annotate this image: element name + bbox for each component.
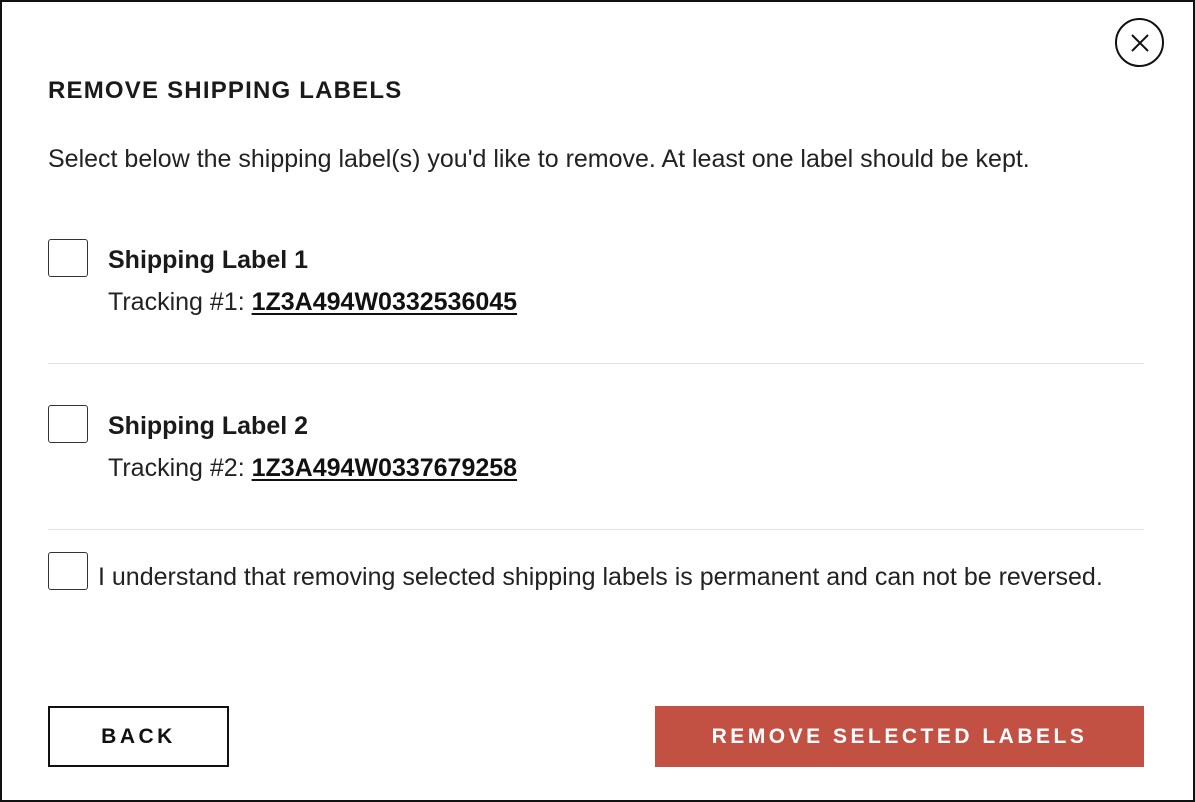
tracking-1-prefix: Tracking #1: bbox=[108, 288, 252, 316]
divider bbox=[48, 363, 1144, 364]
tracking-2-link[interactable]: 1Z3A494W0337679258 bbox=[252, 454, 517, 482]
shipping-label-1-checkbox[interactable] bbox=[48, 239, 88, 277]
confirm-permanent-text: I understand that removing selected ship… bbox=[98, 563, 1103, 591]
shipping-label-2-tracking: Tracking #2: 1Z3A494W0337679258 bbox=[108, 452, 517, 484]
shipping-label-2-checkbox[interactable] bbox=[48, 405, 88, 443]
confirm-permanent-checkbox[interactable] bbox=[48, 552, 88, 590]
shipping-label-1-title: Shipping Label 1 bbox=[108, 246, 309, 274]
remove-shipping-labels-dialog: REMOVE SHIPPING LABELS Select below the … bbox=[0, 0, 1195, 802]
divider bbox=[48, 529, 1144, 530]
remove-selected-labels-button[interactable]: REMOVE SELECTED LABELS bbox=[655, 706, 1144, 767]
shipping-label-2-title: Shipping Label 2 bbox=[108, 412, 309, 440]
shipping-label-1-tracking: Tracking #1: 1Z3A494W0332536045 bbox=[108, 286, 517, 318]
tracking-1-link[interactable]: 1Z3A494W0332536045 bbox=[252, 288, 517, 316]
dialog-title: REMOVE SHIPPING LABELS bbox=[48, 77, 403, 104]
close-button[interactable] bbox=[1115, 18, 1164, 67]
close-icon bbox=[1130, 33, 1149, 52]
back-button[interactable]: BACK bbox=[48, 706, 229, 767]
tracking-2-prefix: Tracking #2: bbox=[108, 454, 252, 482]
dialog-instructions: Select below the shipping label(s) you'd… bbox=[48, 145, 1030, 173]
